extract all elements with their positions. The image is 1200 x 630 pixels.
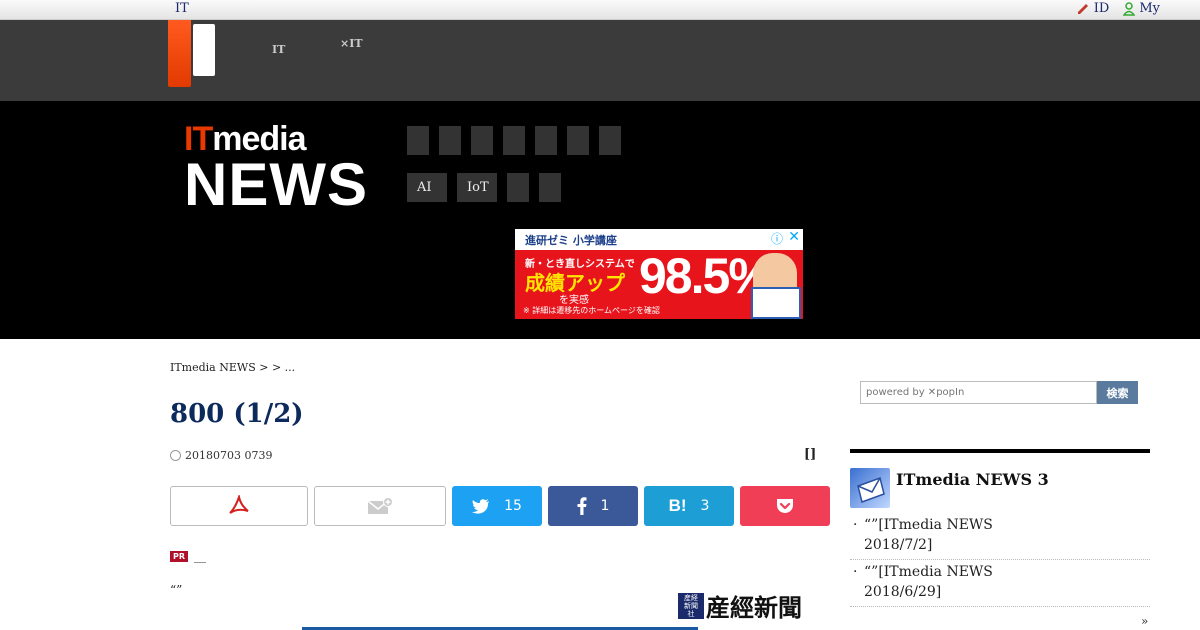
sidebar-item[interactable]: “”[ITmedia NEWS 2018/7/2] — [850, 515, 1150, 560]
portal-bar: IT ×IT — [0, 20, 1200, 101]
portal-nav-2-line1 — [340, 26, 363, 36]
twitter-count: 15 — [504, 498, 522, 514]
pencil-icon — [1077, 3, 1088, 14]
user-icon — [1123, 1, 1136, 16]
category-menu-item[interactable]: AI — [407, 173, 447, 202]
category-menu-item[interactable] — [471, 126, 493, 155]
hatena-count: 3 — [700, 498, 710, 514]
sankei-mark: 産経 新聞社 — [678, 592, 704, 619]
category-menu-item[interactable] — [503, 126, 525, 155]
banner-ad[interactable]: 進研ゼミ 小学講座 ⓘ ✕ 新・とき直しシステムで 成績アップ を実感 98.5… — [515, 229, 803, 319]
ad-person-shirt — [751, 287, 801, 319]
envelope-icon — [850, 468, 890, 508]
sidebar-more-link[interactable]: » — [1141, 614, 1148, 628]
sankei-text: 産經新聞 — [706, 593, 802, 622]
category-menu-item[interactable] — [507, 173, 529, 202]
brand-news: NEWS — [184, 151, 368, 218]
twitter-icon — [472, 498, 490, 514]
facebook-count: 1 — [600, 498, 610, 514]
author-bracket[interactable]: [] — [804, 447, 816, 462]
pdf-icon — [229, 495, 249, 514]
sidebar-item-title: “”[ITmedia NEWS — [864, 517, 993, 533]
facebook-share-button[interactable]: 1 — [548, 486, 638, 526]
article-lead: “” — [170, 583, 183, 597]
my-link-label: My — [1139, 1, 1160, 16]
portal-nav-2-line2: ×IT — [340, 37, 363, 50]
pdf-button[interactable] — [170, 486, 308, 526]
site-link[interactable]: IT — [175, 1, 189, 16]
portal-nav-1-line1 — [272, 26, 285, 42]
sidebar-section-header: ITmedia NEWS 3 — [850, 468, 1049, 508]
category-menu-row-1 — [407, 126, 621, 155]
sidebar-item-date: 2018/6/29] — [864, 584, 942, 600]
sidebar-section-title: ITmedia NEWS 3 — [896, 469, 1049, 489]
sidebar-divider — [850, 449, 1150, 453]
category-menu-item[interactable] — [535, 126, 557, 155]
ad-close-icon[interactable]: ✕ — [788, 229, 800, 245]
article-date-text: 20180703 0739 — [185, 449, 273, 462]
breadcrumb[interactable]: ITmedia NEWS > > ... — [170, 361, 295, 374]
id-link[interactable]: ID — [1076, 1, 1110, 16]
itmedia-logo-orange[interactable] — [168, 20, 191, 87]
pr-text: __ — [194, 549, 207, 563]
itmedia-news-logo[interactable]: ITmedia NEWS — [184, 120, 368, 218]
pr-link[interactable]: PR __ — [170, 549, 206, 563]
pr-badge: PR — [170, 550, 189, 562]
ad-line3: を実感 — [559, 295, 589, 306]
portal-nav-1-line2: IT — [272, 43, 286, 56]
top-bar-links: ID My — [1076, 1, 1160, 16]
category-menu-row-2: AI IoT — [407, 173, 561, 202]
search-button[interactable]: 検索 — [1097, 381, 1138, 404]
id-link-label: ID — [1093, 1, 1110, 16]
category-menu-item[interactable] — [407, 126, 429, 155]
top-bar: IT ID My — [0, 0, 1200, 20]
facebook-icon — [577, 497, 587, 515]
site-header: ITmedia NEWS AI IoT 進研ゼミ 小学講座 ⓘ ✕ 新・とき直しシ… — [0, 101, 1200, 339]
portal-nav-item-2[interactable]: ×IT — [340, 26, 363, 52]
category-menu-item[interactable] — [599, 126, 621, 155]
sankei-logo: 産経 新聞社 産經新聞 — [678, 588, 802, 623]
pocket-icon — [777, 499, 793, 513]
sidebar-item-title: “”[ITmedia NEWS — [864, 564, 993, 580]
mail-add-icon — [367, 497, 393, 514]
itmedia-logo-white — [193, 24, 215, 76]
portal-nav-item-1[interactable]: IT — [272, 26, 285, 58]
category-menu-item[interactable] — [439, 126, 461, 155]
category-menu-item[interactable] — [539, 173, 561, 202]
hatena-bookmark-button[interactable]: B! 3 — [644, 486, 734, 526]
sidebar-item[interactable]: “”[ITmedia NEWS 2018/6/29] — [850, 562, 1150, 607]
search-input[interactable] — [860, 381, 1097, 404]
mail-button[interactable] — [314, 486, 446, 526]
category-menu-item[interactable] — [567, 126, 589, 155]
site-search: 検索 — [860, 381, 1138, 404]
article-title: 800 (1/2) — [170, 399, 304, 429]
category-menu-item[interactable]: IoT — [457, 173, 497, 202]
sidebar-item-date: 2018/7/2] — [864, 537, 933, 553]
twitter-share-button[interactable]: 15 — [452, 486, 542, 526]
my-link[interactable]: My — [1123, 1, 1160, 16]
ad-footnote: ※ 詳細は遷移先のホームページを確認 — [523, 306, 660, 315]
article-date: 20180703 0739 — [170, 449, 272, 462]
ad-info-icon[interactable]: ⓘ — [771, 230, 783, 247]
pocket-button[interactable] — [740, 486, 830, 526]
hatena-icon: B! — [668, 496, 687, 515]
clock-icon — [170, 450, 181, 461]
